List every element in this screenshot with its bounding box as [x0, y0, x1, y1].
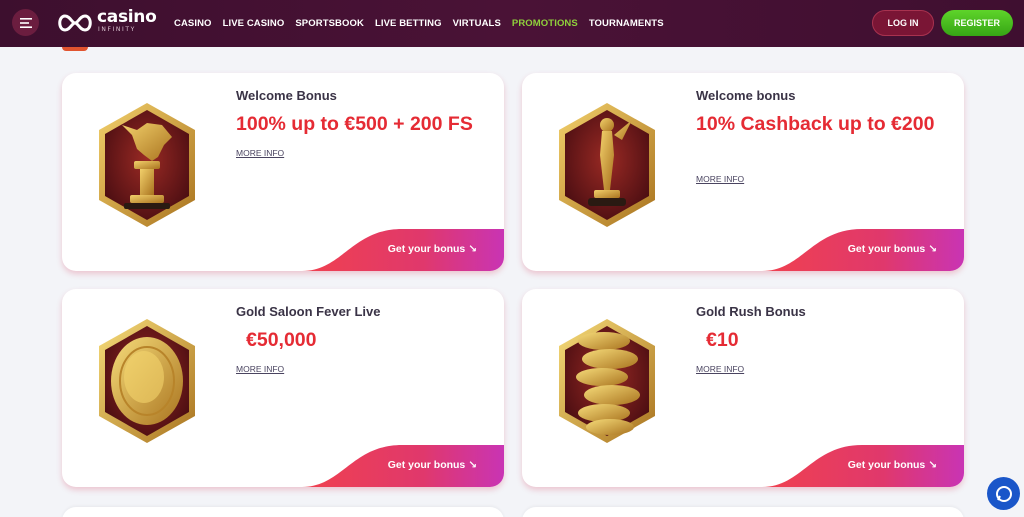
card-title: Gold Saloon Fever Live — [236, 304, 381, 319]
menu-icon — [19, 17, 32, 28]
card-amount: 10% Cashback up to €200 — [696, 113, 935, 135]
get-bonus-button[interactable]: Get your bonus ↘ — [762, 445, 964, 487]
card-amount: €50,000 — [246, 329, 317, 351]
award-statuette-icon — [552, 95, 662, 235]
more-info-link[interactable]: MORE INFO — [696, 174, 744, 184]
get-bonus-button[interactable]: Get your bonus ↘ — [302, 445, 504, 487]
login-button[interactable]: LOG IN — [872, 10, 934, 36]
more-info-link[interactable]: MORE INFO — [236, 148, 284, 158]
promo-card-welcome-bonus: Welcome Bonus 100% up to €500 + 200 FS M… — [62, 73, 504, 271]
get-bonus-button[interactable]: Get your bonus ↘ — [762, 229, 964, 271]
get-bonus-label: Get your bonus ↘ — [847, 459, 937, 471]
nav-live-casino[interactable]: LIVE CASINO — [223, 18, 285, 29]
top-header: casino INFINITY CASINO LIVE CASINO SPORT… — [0, 0, 1024, 47]
get-bonus-label: Get your bonus ↘ — [387, 243, 477, 255]
winged-lion-icon — [92, 95, 202, 235]
card-amount: €10 — [706, 329, 739, 351]
card-title: Welcome bonus — [696, 88, 796, 103]
gold-coin-icon — [92, 311, 202, 451]
casino-logo[interactable]: casino INFINITY — [55, 7, 160, 36]
logo-subtext: INFINITY — [98, 26, 136, 33]
card-amount: 100% up to €500 + 200 FS — [236, 113, 473, 135]
get-bonus-label: Get your bonus ↘ — [847, 243, 937, 255]
chat-icon — [995, 485, 1012, 502]
nav-tournaments[interactable]: TOURNAMENTS — [589, 18, 664, 29]
nav-casino[interactable]: CASINO — [174, 18, 212, 29]
gold-coin-stack-icon — [552, 311, 662, 451]
nav-sportsbook[interactable]: SPORTSBOOK — [295, 18, 364, 29]
infinity-logo-icon — [58, 14, 92, 32]
nav-virtuals[interactable]: VIRTUALS — [453, 18, 501, 29]
logo-text: casino — [97, 7, 157, 27]
main-nav: CASINO LIVE CASINO SPORTSBOOK LIVE BETTI… — [174, 0, 675, 47]
partial-promo-icon — [62, 47, 88, 51]
promo-card-cashback: Welcome bonus 10% Cashback up to €200 MO… — [522, 73, 964, 271]
get-bonus-button[interactable]: Get your bonus ↘ — [302, 229, 504, 271]
nav-live-betting[interactable]: LIVE BETTING — [375, 18, 442, 29]
more-info-link[interactable]: MORE INFO — [696, 364, 744, 374]
card-title: Gold Rush Bonus — [696, 304, 806, 319]
card-title: Welcome Bonus — [236, 88, 337, 103]
chat-button[interactable] — [987, 477, 1020, 510]
promo-card-gold-saloon: Gold Saloon Fever Live €50,000 MORE INFO… — [62, 289, 504, 487]
partial-card — [62, 507, 504, 517]
register-button[interactable]: REGISTER — [941, 10, 1013, 36]
more-info-link[interactable]: MORE INFO — [236, 364, 284, 374]
promo-card-gold-rush: Gold Rush Bonus €10 MORE INFO Get your b… — [522, 289, 964, 487]
partial-card — [522, 507, 964, 517]
nav-promotions[interactable]: PROMOTIONS — [512, 18, 578, 29]
menu-button[interactable] — [12, 9, 39, 36]
get-bonus-label: Get your bonus ↘ — [387, 459, 477, 471]
